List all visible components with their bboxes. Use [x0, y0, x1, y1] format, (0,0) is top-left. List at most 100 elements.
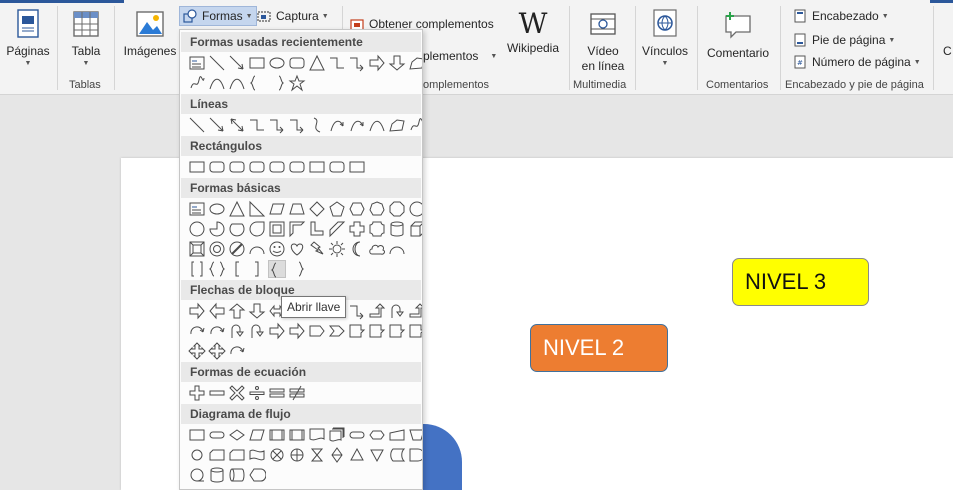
shape-item-arc[interactable]	[388, 240, 406, 258]
numero-de-pagina-button[interactable]: # Número de página ▼	[793, 52, 921, 72]
shape-item-text[interactable]	[188, 200, 206, 218]
shape-item-f-display[interactable]	[248, 466, 266, 484]
shape-item-uturn[interactable]	[248, 322, 266, 340]
shape-item-bolt[interactable]	[308, 240, 326, 258]
shape-item-callout[interactable]	[388, 322, 406, 340]
shape-item-pent[interactable]	[328, 200, 346, 218]
pie-de-pagina-button[interactable]: Pie de página ▼	[793, 30, 895, 50]
shape-item-donut[interactable]	[208, 240, 226, 258]
shape-item-f-merge[interactable]	[368, 446, 386, 464]
shape-item-quad[interactable]	[208, 342, 226, 360]
shape-item-rrect[interactable]	[328, 158, 346, 176]
shape-item-rect[interactable]	[188, 158, 206, 176]
shape-item-arrow-d[interactable]	[248, 302, 266, 320]
shape-item-brace-p[interactable]	[208, 260, 226, 278]
shape-item-sun[interactable]	[328, 240, 346, 258]
comentario-button[interactable]: Comentario	[704, 8, 772, 61]
shape-item-curvearrow[interactable]	[348, 116, 366, 134]
shape-item-f-sort[interactable]	[328, 446, 346, 464]
shape-item-arrowline[interactable]	[228, 54, 246, 72]
shape-item-cloud[interactable]	[368, 240, 386, 258]
shape-item-f-direct[interactable]	[228, 466, 246, 484]
shape-item-f-prep[interactable]	[368, 426, 386, 444]
shape-item-f-predef[interactable]	[268, 426, 286, 444]
shape-item-f-collate[interactable]	[308, 446, 326, 464]
shape-item-rrect[interactable]	[228, 158, 246, 176]
shape-item-brace-r[interactable]	[268, 74, 286, 92]
shape-item-para[interactable]	[268, 200, 286, 218]
shape-item-num[interactable]	[408, 200, 422, 218]
shape-item-f-stored[interactable]	[388, 446, 406, 464]
shape-item-f-delay[interactable]	[408, 446, 422, 464]
shape-item-f-or[interactable]	[288, 446, 306, 464]
paginas-button[interactable]: Páginas ▼	[6, 8, 50, 68]
shape-item-curve[interactable]	[208, 74, 226, 92]
shape-item-curve[interactable]	[368, 116, 386, 134]
shape-item-f-term[interactable]	[208, 426, 226, 444]
video-en-linea-button[interactable]: Vídeo en línea	[577, 8, 629, 74]
shape-item-uturn[interactable]	[228, 322, 246, 340]
shape-item-eq[interactable]	[268, 384, 286, 402]
shape-item-plus[interactable]	[188, 384, 206, 402]
shape-item-brace[interactable]	[248, 74, 266, 92]
mis-complementos-button[interactable]: plementos ▼	[423, 46, 497, 66]
shape-item-tear[interactable]	[248, 220, 266, 238]
shape-item-circ-arrow[interactable]	[188, 322, 206, 340]
shape-item-f-decision[interactable]	[228, 426, 246, 444]
shape-item-scribble[interactable]	[188, 74, 206, 92]
shape-item-text[interactable]	[188, 54, 206, 72]
formas-button[interactable]: Formas ▼	[179, 6, 257, 26]
shape-item-bevel[interactable]	[188, 240, 206, 258]
shape-item-cube[interactable]	[408, 220, 422, 238]
shape-item-f-manual-op[interactable]	[408, 426, 422, 444]
shape-item-brace[interactable]	[268, 260, 286, 278]
shape-item-line[interactable]	[208, 54, 226, 72]
shape-item-rect[interactable]	[308, 158, 326, 176]
shape-item-no-sym[interactable]	[228, 240, 246, 258]
shape-item-rrect[interactable]	[208, 158, 226, 176]
nivel3-shape[interactable]: NIVEL 3	[732, 258, 869, 306]
shape-item-curve[interactable]	[228, 74, 246, 92]
shape-item-smile[interactable]	[268, 240, 286, 258]
shape-item-halfframe[interactable]	[288, 220, 306, 238]
shape-item-callout[interactable]	[408, 322, 422, 340]
shape-item-rrect[interactable]	[288, 54, 306, 72]
shape-item-f-multi-doc[interactable]	[328, 426, 346, 444]
shape-item-circ-arrow[interactable]	[208, 322, 226, 340]
nivel2-shape[interactable]: NIVEL 2	[530, 324, 668, 372]
shape-item-f-term[interactable]	[348, 426, 366, 444]
shape-item-oval[interactable]	[268, 54, 286, 72]
shape-item-diag[interactable]	[328, 220, 346, 238]
tabla-button[interactable]: Tabla ▼	[66, 8, 106, 68]
shape-item-f-extract[interactable]	[348, 446, 366, 464]
encabezado-button[interactable]: Encabezado ▼	[793, 6, 889, 26]
shape-item-f-card[interactable]	[208, 446, 226, 464]
captura-button[interactable]: Captura ▼	[257, 6, 329, 26]
nivel3-text[interactable]: NIVEL 3	[745, 269, 826, 295]
shape-item-freeform[interactable]	[408, 54, 422, 72]
shape-item-f-data[interactable]	[248, 426, 266, 444]
shape-item-rrect[interactable]	[288, 158, 306, 176]
shape-item-uturn[interactable]	[388, 302, 406, 320]
shape-item-arrow-u[interactable]	[228, 302, 246, 320]
shape-item-bent-up[interactable]	[408, 302, 422, 320]
shape-item-tri[interactable]	[228, 200, 246, 218]
shape-item-elbowarrow[interactable]	[348, 54, 366, 72]
shape-item-f-doc[interactable]	[308, 426, 326, 444]
shape-item-div[interactable]	[248, 384, 266, 402]
shape-item-quad[interactable]	[188, 342, 206, 360]
shape-item-hex[interactable]	[348, 200, 366, 218]
shape-item-brace-r[interactable]	[288, 260, 306, 278]
shape-item-rect[interactable]	[348, 158, 366, 176]
shape-item-f-manual[interactable]	[388, 426, 406, 444]
vinculos-button[interactable]: Vínculos ▼	[641, 8, 689, 68]
shape-item-f-card[interactable]	[228, 446, 246, 464]
shape-item-rect[interactable]	[248, 54, 266, 72]
shape-item-f-mag-disk[interactable]	[208, 466, 226, 484]
nivel2-text[interactable]: NIVEL 2	[543, 335, 624, 361]
shape-item-oval[interactable]	[208, 200, 226, 218]
shape-item-oct[interactable]	[388, 200, 406, 218]
shape-item-circ-arrow[interactable]	[228, 342, 246, 360]
shape-item-f-predef[interactable]	[288, 426, 306, 444]
shape-item-elbow[interactable]	[248, 116, 266, 134]
